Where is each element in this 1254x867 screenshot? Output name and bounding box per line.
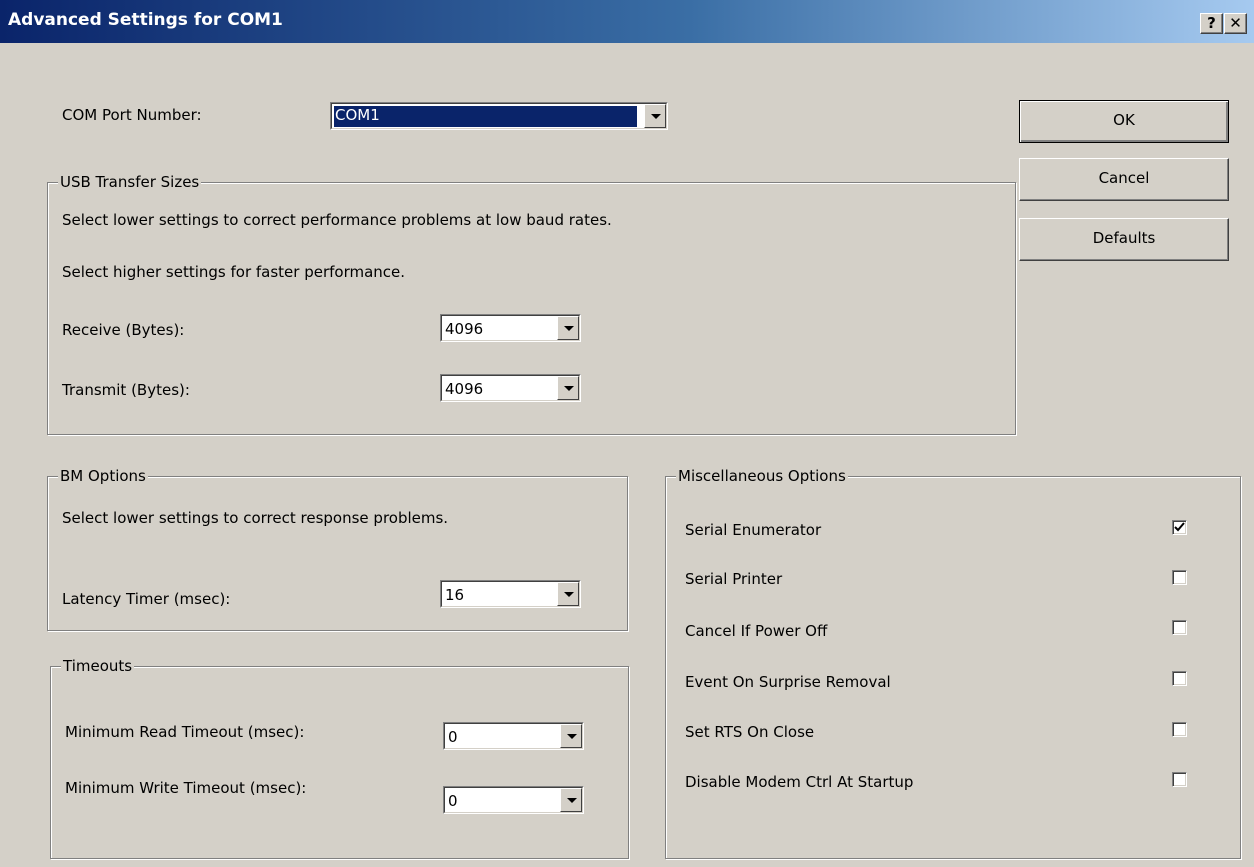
timeouts-group: Timeouts	[50, 657, 629, 859]
misc-option-label: Disable Modem Ctrl At Startup	[685, 773, 914, 791]
advanced-settings-dialog: Advanced Settings for COM1 ? ✕ COM Port …	[0, 0, 1254, 867]
defaults-button[interactable]: Defaults	[1019, 218, 1229, 261]
min-read-timeout-select[interactable]: 0	[443, 722, 584, 750]
receive-value: 4096	[445, 320, 484, 338]
serial-enumerator-checkbox[interactable]	[1172, 520, 1187, 535]
title-bar[interactable]: Advanced Settings for COM1 ? ✕	[0, 0, 1254, 43]
disable-modem-ctrl-checkbox[interactable]	[1172, 772, 1187, 787]
latency-value: 16	[445, 586, 465, 604]
cancel-button[interactable]: Cancel	[1019, 158, 1229, 201]
cancel-button-label: Cancel	[1098, 169, 1150, 187]
set-rts-on-close-checkbox[interactable]	[1172, 722, 1187, 737]
transmit-value: 4096	[445, 380, 484, 398]
close-icon: ✕	[1229, 14, 1242, 32]
chevron-down-icon[interactable]	[644, 104, 666, 128]
timeouts-title: Timeouts	[61, 657, 135, 675]
bm-options-title: BM Options	[58, 467, 148, 485]
transmit-label: Transmit (Bytes):	[62, 381, 190, 399]
misc-option-label: Set RTS On Close	[685, 723, 815, 741]
min-write-timeout-label: Minimum Write Timeout (msec):	[65, 779, 307, 797]
help-button[interactable]: ?	[1200, 13, 1223, 34]
min-write-timeout-select[interactable]: 0	[443, 786, 584, 814]
min-read-timeout-value: 0	[448, 728, 458, 746]
checkmark-icon	[1174, 522, 1185, 532]
chevron-down-icon[interactable]	[557, 376, 579, 400]
close-button[interactable]: ✕	[1224, 13, 1247, 34]
receive-select[interactable]: 4096	[440, 314, 581, 342]
help-icon: ?	[1207, 14, 1216, 32]
cancel-if-power-off-checkbox[interactable]	[1172, 620, 1187, 635]
com-port-select[interactable]: COM1	[330, 102, 668, 130]
chevron-down-icon[interactable]	[557, 316, 579, 340]
ok-button-label: OK	[1113, 111, 1135, 129]
bm-options-note: Select lower settings to correct respons…	[62, 509, 449, 527]
min-read-timeout-label: Minimum Read Timeout (msec):	[65, 723, 305, 741]
transmit-select[interactable]: 4096	[440, 374, 581, 402]
chevron-down-icon[interactable]	[557, 582, 579, 606]
misc-options-title: Miscellaneous Options	[676, 467, 848, 485]
window-title: Advanced Settings for COM1	[8, 10, 283, 30]
misc-option-label: Serial Printer	[685, 570, 783, 588]
chevron-down-icon[interactable]	[560, 788, 582, 812]
ok-button[interactable]: OK	[1019, 100, 1229, 143]
serial-printer-checkbox[interactable]	[1172, 570, 1187, 585]
latency-select[interactable]: 16	[440, 580, 581, 608]
com-port-label: COM Port Number:	[62, 106, 202, 124]
receive-label: Receive (Bytes):	[62, 321, 185, 339]
min-write-timeout-value: 0	[448, 792, 458, 810]
usb-transfer-note-lower: Select lower settings to correct perform…	[62, 211, 612, 229]
chevron-down-icon[interactable]	[560, 724, 582, 748]
misc-option-label: Serial Enumerator	[685, 521, 822, 539]
usb-transfer-note-higher: Select higher settings for faster perfor…	[62, 263, 406, 281]
event-on-surprise-removal-checkbox[interactable]	[1172, 671, 1187, 686]
misc-option-label: Cancel If Power Off	[685, 622, 828, 640]
defaults-button-label: Defaults	[1092, 229, 1156, 247]
misc-option-label: Event On Surprise Removal	[685, 673, 891, 691]
usb-transfer-title: USB Transfer Sizes	[58, 173, 202, 191]
latency-label: Latency Timer (msec):	[62, 590, 231, 608]
com-port-value: COM1	[334, 106, 637, 127]
